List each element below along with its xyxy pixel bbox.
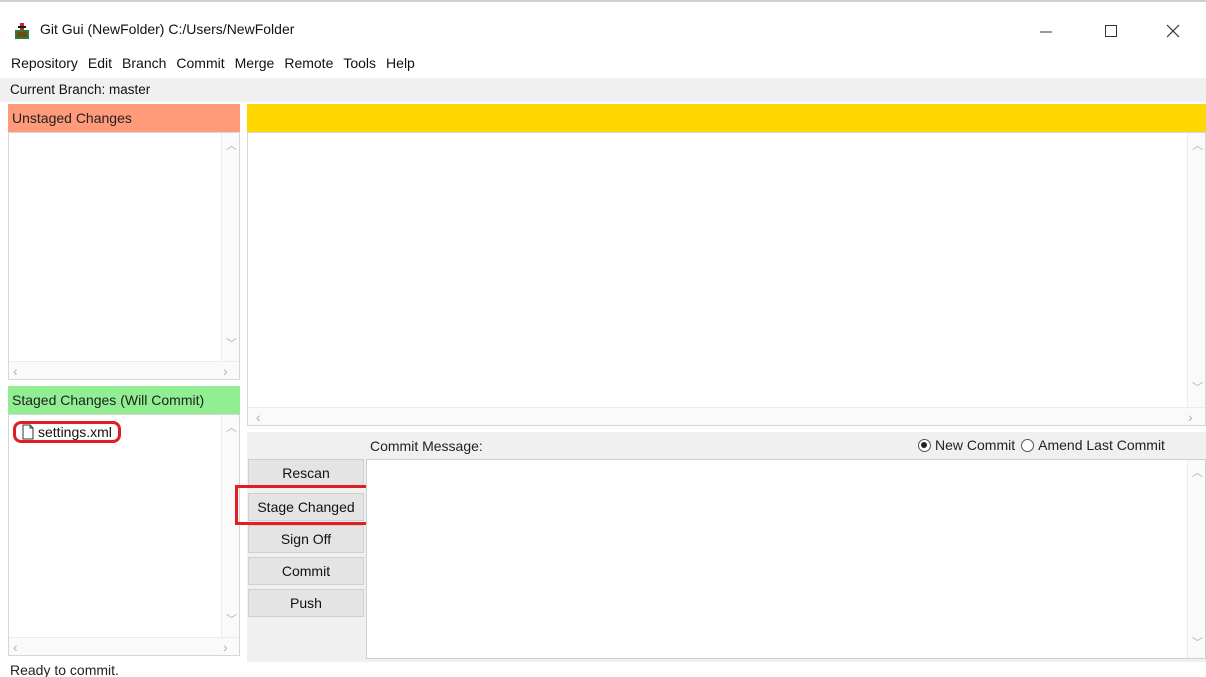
commit-message-label: Commit Message: xyxy=(370,438,483,454)
staged-vertical-scrollbar[interactable]: ︿ ﹀ xyxy=(221,415,239,637)
staged-horizontal-scrollbar[interactable]: ‹ › xyxy=(9,637,239,655)
staged-changes-header: Staged Changes (Will Commit) xyxy=(8,386,240,414)
scroll-down-icon[interactable]: ﹀ xyxy=(1192,383,1203,394)
minimize-icon xyxy=(1040,31,1052,33)
scroll-left-icon[interactable]: ‹ xyxy=(13,364,18,378)
git-gui-app-icon xyxy=(15,23,29,39)
menu-edit[interactable]: Edit xyxy=(83,52,117,74)
scroll-right-icon[interactable]: › xyxy=(1188,410,1193,424)
diff-viewer[interactable]: ︿ ﹀ ‹ › xyxy=(247,132,1206,426)
commit-message-input[interactable]: ︿ ﹀ xyxy=(366,459,1206,659)
maximize-button[interactable] xyxy=(1088,16,1134,46)
status-bar-text: Ready to commit. xyxy=(10,662,119,677)
amend-commit-label[interactable]: Amend Last Commit xyxy=(1038,437,1165,453)
rescan-button[interactable]: Rescan xyxy=(248,459,364,487)
unstaged-changes-header: Unstaged Changes xyxy=(8,104,240,132)
menu-repository[interactable]: Repository xyxy=(6,52,83,74)
diff-header-bar xyxy=(247,104,1206,132)
scroll-left-icon[interactable]: ‹ xyxy=(256,410,261,424)
unstaged-vertical-scrollbar[interactable]: ︿ ﹀ xyxy=(221,133,239,361)
window-top-border xyxy=(0,0,1206,8)
menu-help[interactable]: Help xyxy=(381,52,420,74)
commit-mode-options: New Commit Amend Last Commit xyxy=(918,437,1165,453)
menu-commit[interactable]: Commit xyxy=(171,52,229,74)
scroll-down-icon[interactable]: ﹀ xyxy=(226,615,237,626)
staged-file-name: settings.xml xyxy=(38,424,112,440)
scroll-up-icon[interactable]: ︿ xyxy=(1192,468,1203,479)
scroll-up-icon[interactable]: ︿ xyxy=(226,141,237,152)
scroll-left-icon[interactable]: ‹ xyxy=(13,640,18,654)
unstaged-horizontal-scrollbar[interactable]: ‹ › xyxy=(9,361,239,379)
scroll-up-icon[interactable]: ︿ xyxy=(1192,141,1203,152)
push-button[interactable]: Push xyxy=(248,589,364,617)
scroll-down-icon[interactable]: ﹀ xyxy=(1192,638,1203,649)
unstaged-files-list[interactable]: ︿ ﹀ ‹ › xyxy=(8,132,240,380)
close-icon xyxy=(1166,24,1180,38)
diff-horizontal-scrollbar[interactable]: ‹ › xyxy=(248,407,1205,425)
menu-branch[interactable]: Branch xyxy=(117,52,171,74)
sign-off-button[interactable]: Sign Off xyxy=(248,525,364,553)
close-button[interactable] xyxy=(1150,16,1196,46)
current-branch-label: Current Branch: master xyxy=(0,78,1206,102)
diff-vertical-scrollbar[interactable]: ︿ ﹀ xyxy=(1187,133,1205,407)
minimize-button[interactable] xyxy=(1023,16,1069,46)
staged-files-list[interactable]: settings.xml ︿ ﹀ ‹ › xyxy=(8,414,240,656)
new-commit-label[interactable]: New Commit xyxy=(935,437,1015,453)
file-icon xyxy=(22,424,34,440)
scroll-up-icon[interactable]: ︿ xyxy=(226,423,237,434)
amend-commit-radio[interactable] xyxy=(1021,438,1035,452)
maximize-icon xyxy=(1105,25,1117,37)
menu-tools[interactable]: Tools xyxy=(338,52,381,74)
stage-changed-button[interactable]: Stage Changed xyxy=(248,493,364,521)
menu-remote[interactable]: Remote xyxy=(279,52,338,74)
window-title: Git Gui (NewFolder) C:/Users/NewFolder xyxy=(40,21,295,37)
staged-file-item[interactable]: settings.xml xyxy=(13,421,121,443)
file-lists-panel: Unstaged Changes ︿ ﹀ ‹ › Staged Changes … xyxy=(8,104,240,656)
scroll-down-icon[interactable]: ﹀ xyxy=(226,339,237,350)
commit-button[interactable]: Commit xyxy=(248,557,364,585)
title-bar: Git Gui (NewFolder) C:/Users/NewFolder xyxy=(0,10,1206,50)
new-commit-radio[interactable] xyxy=(918,438,931,452)
scroll-right-icon[interactable]: › xyxy=(223,640,228,654)
menu-bar: Repository Edit Branch Commit Merge Remo… xyxy=(6,52,420,74)
scroll-right-icon[interactable]: › xyxy=(223,364,228,378)
commit-message-scrollbar[interactable]: ︿ ﹀ xyxy=(1187,460,1205,658)
menu-merge[interactable]: Merge xyxy=(230,52,280,74)
